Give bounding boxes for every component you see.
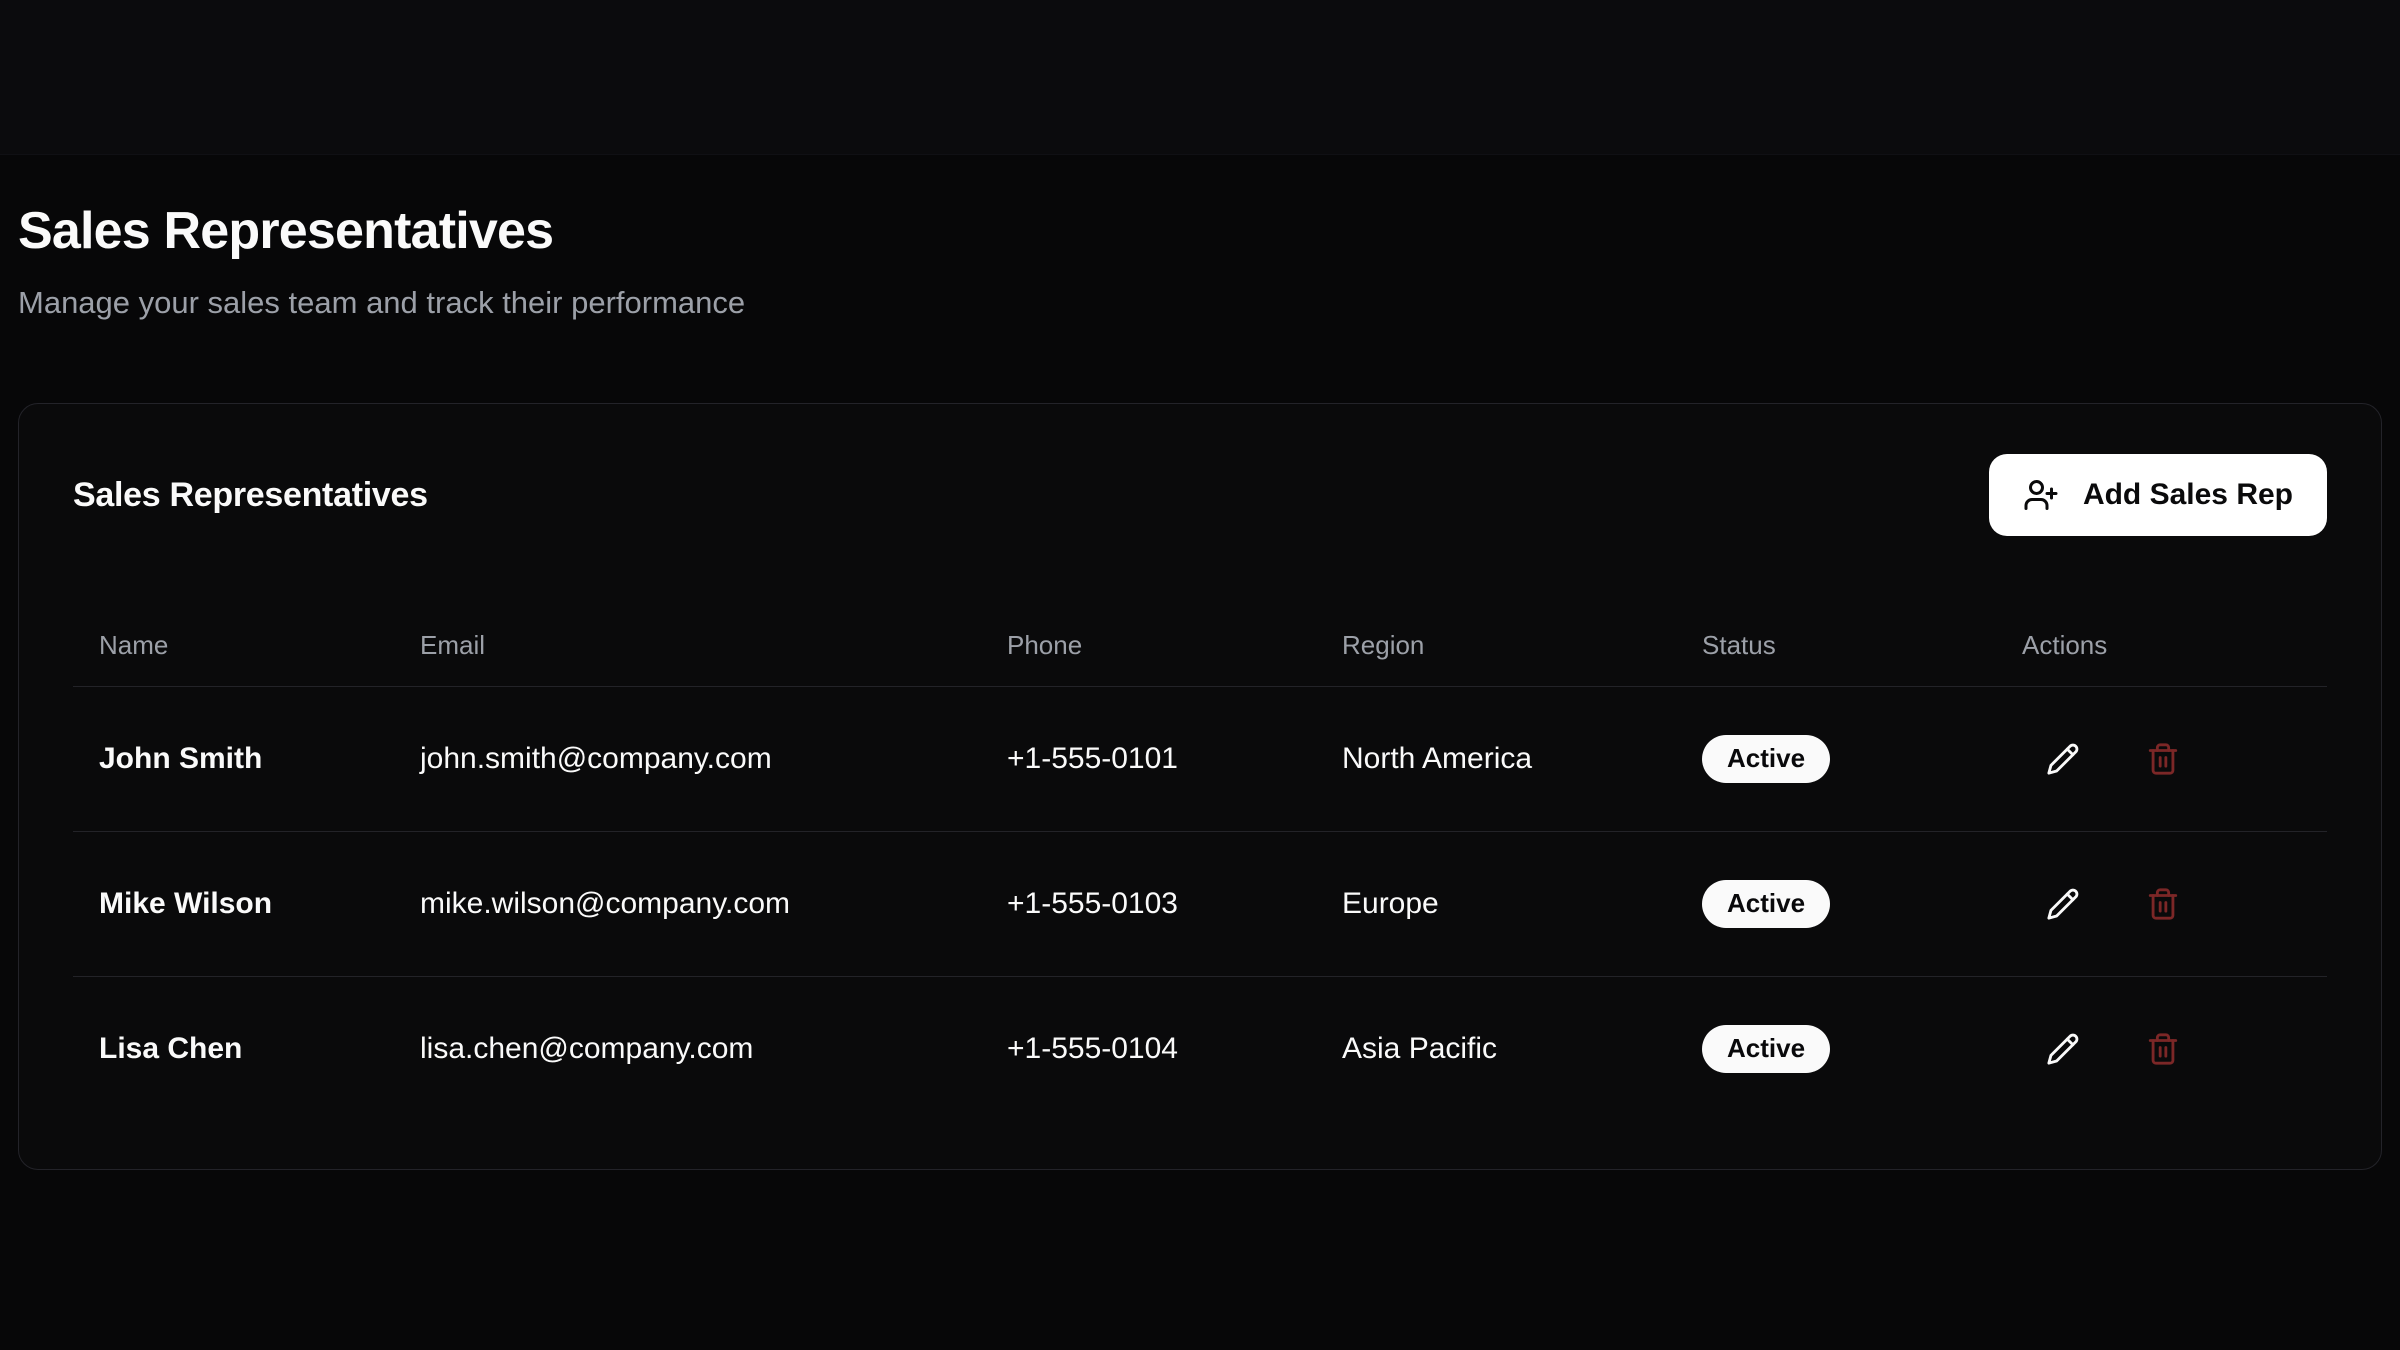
- add-sales-rep-button[interactable]: Add Sales Rep: [1989, 454, 2327, 536]
- page-subtitle: Manage your sales team and track their p…: [18, 283, 2382, 323]
- card-title: Sales Representatives: [73, 476, 428, 515]
- region-cell: North America: [1316, 686, 1676, 831]
- email-cell: lisa.chen@company.com: [394, 976, 981, 1121]
- table-row: Mike Wilson mike.wilson@company.com +1-5…: [73, 831, 2327, 976]
- status-badge: Active: [1702, 880, 1830, 928]
- actions-cell: [1996, 831, 2327, 976]
- status-badge: Active: [1702, 1025, 1830, 1073]
- trash-icon: [2146, 887, 2180, 921]
- edit-button[interactable]: [2046, 887, 2080, 921]
- phone-cell: +1-555-0104: [981, 976, 1316, 1121]
- column-header-name: Name: [73, 606, 394, 686]
- add-sales-rep-button-label: Add Sales Rep: [2083, 478, 2293, 512]
- trash-icon: [2146, 742, 2180, 776]
- trash-icon: [2146, 1032, 2180, 1066]
- phone-cell: +1-555-0103: [981, 831, 1316, 976]
- name-cell: Lisa Chen: [73, 976, 394, 1121]
- table-row: John Smith john.smith@company.com +1-555…: [73, 686, 2327, 831]
- page-title: Sales Representatives: [18, 201, 2382, 261]
- status-badge: Active: [1702, 735, 1830, 783]
- column-header-phone: Phone: [981, 606, 1316, 686]
- user-plus-icon: [2023, 477, 2059, 513]
- sales-reps-card: Sales Representatives Add Sales Rep: [18, 403, 2382, 1170]
- name-cell: John Smith: [73, 686, 394, 831]
- table-row: Lisa Chen lisa.chen@company.com +1-555-0…: [73, 976, 2327, 1121]
- actions-cell: [1996, 976, 2327, 1121]
- status-cell: Active: [1676, 831, 1996, 976]
- column-header-email: Email: [394, 606, 981, 686]
- delete-button[interactable]: [2146, 887, 2180, 921]
- top-header-band: [0, 0, 2400, 155]
- actions-cell: [1996, 686, 2327, 831]
- status-cell: Active: [1676, 976, 1996, 1121]
- pencil-icon: [2046, 742, 2080, 776]
- column-header-status: Status: [1676, 606, 1996, 686]
- sales-reps-table: Name Email Phone Region Status Actions J…: [73, 606, 2327, 1121]
- table-body: John Smith john.smith@company.com +1-555…: [73, 686, 2327, 1121]
- phone-cell: +1-555-0101: [981, 686, 1316, 831]
- delete-button[interactable]: [2146, 742, 2180, 776]
- edit-button[interactable]: [2046, 742, 2080, 776]
- region-cell: Europe: [1316, 831, 1676, 976]
- column-header-actions: Actions: [1996, 606, 2327, 686]
- region-cell: Asia Pacific: [1316, 976, 1676, 1121]
- email-cell: mike.wilson@company.com: [394, 831, 981, 976]
- edit-button[interactable]: [2046, 1032, 2080, 1066]
- name-cell: Mike Wilson: [73, 831, 394, 976]
- email-cell: john.smith@company.com: [394, 686, 981, 831]
- page-container: Sales Representatives Manage your sales …: [0, 201, 2400, 1170]
- pencil-icon: [2046, 887, 2080, 921]
- pencil-icon: [2046, 1032, 2080, 1066]
- delete-button[interactable]: [2146, 1032, 2180, 1066]
- table-header-row: Name Email Phone Region Status Actions: [73, 606, 2327, 686]
- status-cell: Active: [1676, 686, 1996, 831]
- column-header-region: Region: [1316, 606, 1676, 686]
- card-header: Sales Representatives Add Sales Rep: [73, 454, 2327, 536]
